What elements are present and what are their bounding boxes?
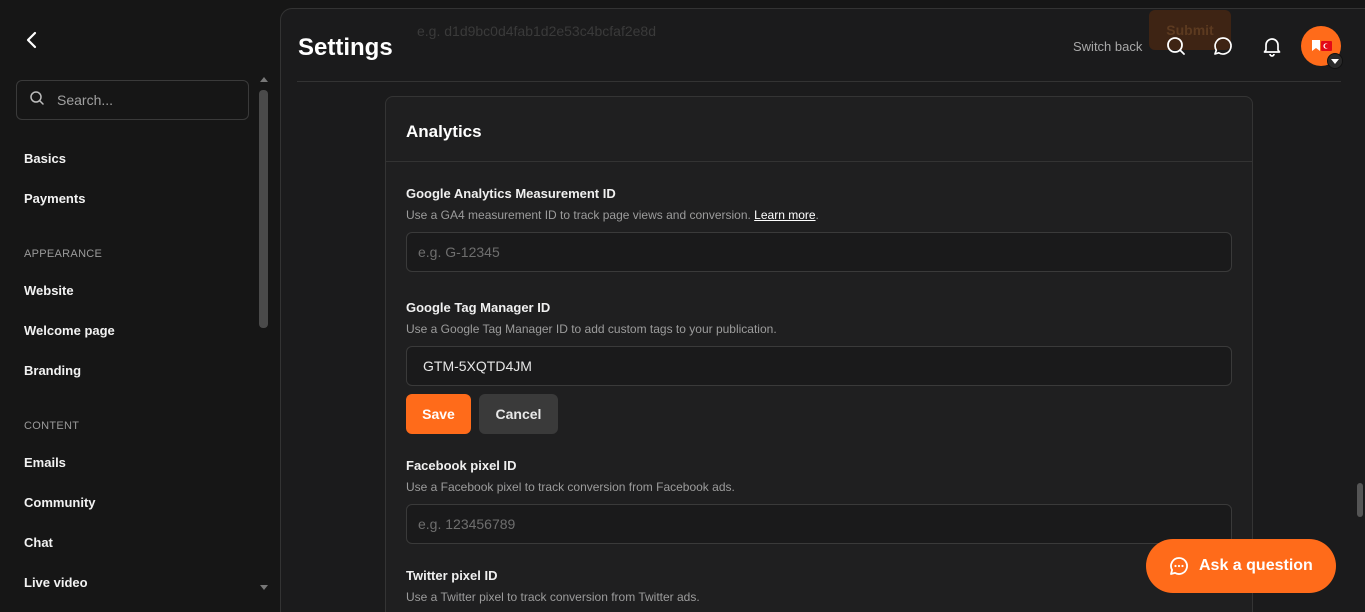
switch-back-link[interactable]: Switch back <box>1073 39 1142 54</box>
sidebar-item-emails[interactable]: Emails <box>24 455 66 470</box>
top-bar: Settings Switch back <box>297 9 1343 82</box>
search-icon[interactable] <box>1165 35 1187 57</box>
sidebar-item-chat[interactable]: Chat <box>24 535 53 550</box>
sidebar-item-welcome-page[interactable]: Welcome page <box>24 323 115 338</box>
back-arrow-icon[interactable] <box>20 28 44 52</box>
page-title: Settings <box>298 34 393 61</box>
ask-question-label: Ask a question <box>1199 557 1313 574</box>
sidebar-item-community[interactable]: Community <box>24 495 96 510</box>
gtm-help: Use a Google Tag Manager ID to add custo… <box>406 322 777 336</box>
chevron-down-icon[interactable] <box>1327 53 1343 69</box>
search-icon <box>29 90 45 111</box>
save-button[interactable]: Save <box>406 394 471 434</box>
scroll-down-arrow-icon[interactable] <box>260 585 268 590</box>
sidebar-search[interactable] <box>16 80 249 120</box>
facebook-pixel-help: Use a Facebook pixel to track conversion… <box>406 480 735 494</box>
analytics-card: Analytics Google Analytics Measurement I… <box>385 96 1253 612</box>
gtm-input[interactable] <box>406 346 1232 386</box>
sidebar-item-payments[interactable]: Payments <box>24 191 85 206</box>
ga-help-suffix: . <box>815 208 819 222</box>
ask-question-button[interactable]: Ask a question <box>1146 539 1336 593</box>
facebook-pixel-label: Facebook pixel ID <box>406 458 517 473</box>
sidebar-scrollbar[interactable] <box>259 90 268 328</box>
ga-measurement-help: Use a GA4 measurement ID to track page v… <box>406 208 819 222</box>
main-panel: e.g. d1d9bc0d4fab1d2e53c4bcfaf2e8d Submi… <box>280 8 1365 612</box>
search-input[interactable] <box>57 92 237 108</box>
learn-more-link[interactable]: Learn more <box>754 208 815 222</box>
twitter-pixel-help: Use a Twitter pixel to track conversion … <box>406 590 700 604</box>
facebook-pixel-input[interactable] <box>406 504 1232 544</box>
sidebar-item-website[interactable]: Website <box>24 283 74 298</box>
twitter-pixel-label: Twitter pixel ID <box>406 568 498 583</box>
ga-measurement-input[interactable] <box>406 232 1232 272</box>
main-scrollbar[interactable] <box>1357 483 1363 517</box>
sidebar-section-content: CONTENT <box>24 420 80 432</box>
ga-help-text: Use a GA4 measurement ID to track page v… <box>406 208 755 222</box>
chat-bubble-icon[interactable] <box>1212 35 1234 57</box>
sidebar-section-appearance: APPEARANCE <box>24 248 103 260</box>
card-title: Analytics <box>406 122 482 141</box>
gtm-label: Google Tag Manager ID <box>406 300 551 315</box>
sidebar-item-live-video[interactable]: Live video <box>24 575 88 590</box>
sidebar: Basics Payments APPEARANCE Website Welco… <box>0 0 280 612</box>
bell-icon[interactable] <box>1261 35 1283 57</box>
cancel-button[interactable]: Cancel <box>479 394 558 434</box>
divider <box>386 161 1252 162</box>
ga-measurement-label: Google Analytics Measurement ID <box>406 186 616 201</box>
scroll-up-arrow-icon[interactable] <box>260 77 268 82</box>
sidebar-item-basics[interactable]: Basics <box>24 151 66 166</box>
chat-icon <box>1170 557 1188 575</box>
sidebar-item-branding[interactable]: Branding <box>24 363 81 378</box>
